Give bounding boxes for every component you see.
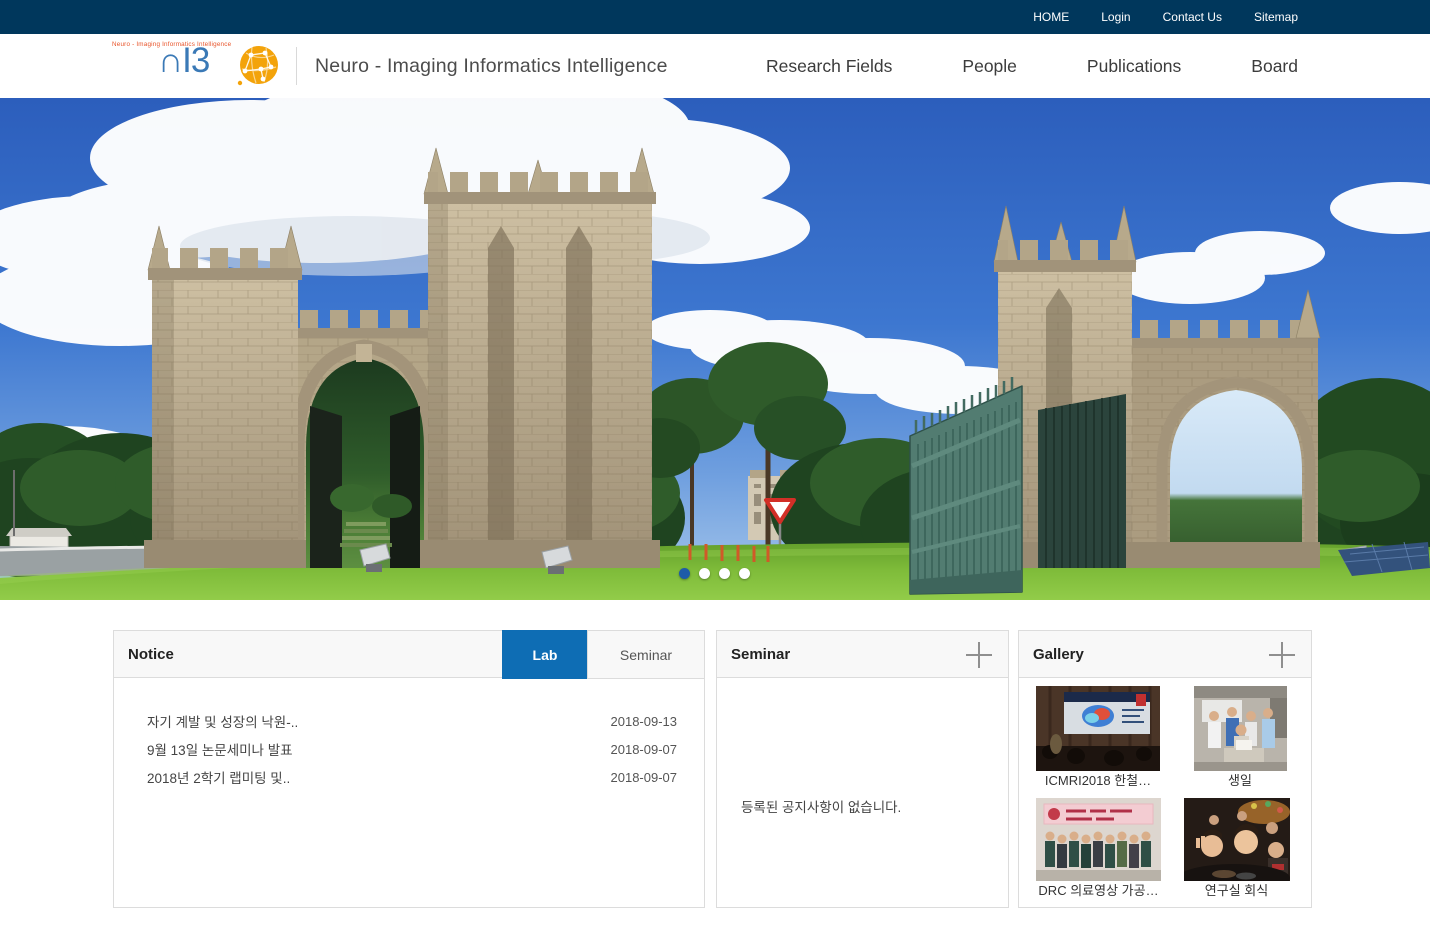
campus-gate-photo — [0, 98, 1430, 600]
gallery-grid: ICMRI2018 한철… — [1019, 678, 1311, 901]
plus-icon — [1269, 642, 1295, 668]
seminar-add-button[interactable] — [966, 641, 994, 669]
notice-item-3[interactable]: 2018년 2학기 랩미팅 및.. 2018-09-07 — [114, 763, 704, 791]
seminar-empty-message: 등록된 공지사항이 없습니다. — [741, 796, 1008, 816]
notice-item-title: 2018년 2학기 랩미팅 및.. — [147, 767, 290, 787]
notice-panel: Notice Lab Seminar 자기 계발 및 성장의 낙원-.. 201… — [113, 630, 705, 908]
gallery-title: Gallery — [1033, 646, 1084, 663]
notice-item-title: 9월 13일 논문세미나 발표 — [147, 739, 293, 759]
header-divider — [296, 47, 297, 85]
gallery-add-button[interactable] — [1269, 641, 1297, 669]
carousel-dot-2[interactable] — [699, 568, 710, 579]
nav-board[interactable]: Board — [1251, 56, 1298, 77]
notice-tabs: Lab Seminar — [502, 630, 705, 679]
nav-research-fields[interactable]: Research Fields — [766, 56, 892, 77]
notice-list: 자기 계발 및 성장의 낙원-.. 2018-09-13 9월 13일 논문세미… — [114, 678, 704, 791]
seminar-header: Seminar — [717, 631, 1008, 678]
notice-item-date: 2018-09-13 — [611, 714, 678, 729]
gallery-caption: 생일 — [1228, 771, 1252, 791]
site-logo[interactable]: Neuro - Imaging Informatics Intelligence… — [110, 37, 288, 95]
content-row: Notice Lab Seminar 자기 계발 및 성장의 낙원-.. 201… — [113, 630, 1312, 908]
hero-slider — [0, 98, 1430, 600]
topbar-link-home[interactable]: HOME — [1033, 10, 1069, 24]
main-nav: Research Fields People Publications Boar… — [696, 56, 1430, 77]
notice-item-date: 2018-09-07 — [611, 742, 678, 757]
notice-item-date: 2018-09-07 — [611, 770, 678, 785]
nav-publications[interactable]: Publications — [1087, 56, 1181, 77]
gallery-item-3: DRC 의료영상 가공… — [1036, 798, 1161, 901]
gallery-caption: ICMRI2018 한철… — [1045, 771, 1151, 791]
gallery-item-4: 연구실 회식 — [1178, 798, 1295, 901]
gallery-caption: DRC 의료영상 가공… — [1038, 881, 1158, 901]
gallery-item-2: 생일 — [1185, 686, 1295, 791]
gallery-thumb-drc-group[interactable] — [1036, 798, 1161, 881]
carousel-dots — [679, 568, 750, 579]
header: Neuro - Imaging Informatics Intelligence… — [0, 34, 1430, 98]
gallery-thumb-birthday[interactable] — [1194, 686, 1287, 771]
nav-people[interactable]: People — [962, 56, 1017, 77]
topbar-link-contact[interactable]: Contact Us — [1163, 10, 1222, 24]
gallery-item-1: ICMRI2018 한철… — [1036, 686, 1160, 791]
topbar: HOME Login Contact Us Sitemap — [0, 0, 1430, 34]
notice-tab-lab[interactable]: Lab — [502, 630, 587, 679]
seminar-panel: Seminar 등록된 공지사항이 없습니다. — [716, 630, 1009, 908]
notice-header: Notice Lab Seminar — [114, 631, 704, 678]
notice-tab-seminar[interactable]: Seminar — [587, 630, 705, 679]
plus-icon — [966, 642, 992, 668]
carousel-dot-3[interactable] — [719, 568, 730, 579]
topbar-link-sitemap[interactable]: Sitemap — [1254, 10, 1298, 24]
seminar-body: 등록된 공지사항이 없습니다. — [717, 678, 1008, 816]
site-title: Neuro - Imaging Informatics Intelligence — [315, 55, 668, 78]
topbar-link-login[interactable]: Login — [1101, 10, 1130, 24]
globe-network-icon — [236, 43, 282, 89]
notice-item-title: 자기 계발 및 성장의 낙원-.. — [147, 711, 298, 731]
gallery-caption: 연구실 회식 — [1205, 881, 1268, 901]
notice-item-1[interactable]: 자기 계발 및 성장의 낙원-.. 2018-09-13 — [114, 707, 704, 735]
carousel-dot-4[interactable] — [739, 568, 750, 579]
gallery-thumb-lab-dinner[interactable] — [1184, 798, 1290, 881]
seminar-title: Seminar — [731, 646, 790, 663]
carousel-dot-1[interactable] — [679, 568, 690, 579]
notice-item-2[interactable]: 9월 13일 논문세미나 발표 2018-09-07 — [114, 735, 704, 763]
gallery-header: Gallery — [1019, 631, 1311, 678]
notice-title: Notice — [128, 646, 174, 663]
logo-mark: ∩I3 — [158, 43, 209, 78]
gallery-panel: Gallery — [1018, 630, 1312, 908]
gallery-thumb-conference[interactable] — [1036, 686, 1160, 771]
